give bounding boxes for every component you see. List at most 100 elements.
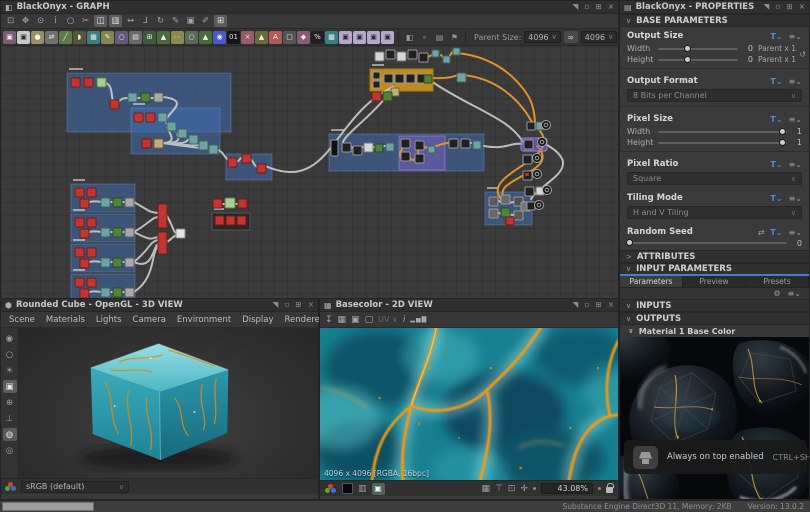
comment-icon[interactable]: ◧	[403, 31, 416, 44]
snap-icon[interactable]: ⊤	[495, 484, 503, 494]
lock-icon[interactable]	[606, 487, 613, 493]
expose-parameter-icon[interactable]: T⌄	[770, 228, 782, 237]
hsl-node-icon[interactable]: ○	[115, 31, 128, 44]
cut-links-icon[interactable]: ✂	[79, 15, 92, 27]
function-menu-icon[interactable]: ≡⌄	[789, 77, 802, 86]
graph-canvas[interactable]	[1, 46, 618, 299]
maximize-icon[interactable]: ⊞	[595, 2, 601, 12]
dot-node-icon[interactable]: ∘	[418, 31, 431, 44]
function-menu-icon[interactable]: ≡⌄	[789, 115, 802, 124]
tile-sampler-node-icon[interactable]: ▦	[325, 31, 338, 44]
maximize-icon[interactable]: ⊞	[595, 300, 601, 310]
rotate-icon[interactable]: ↻	[154, 15, 167, 27]
expose-parameter-icon[interactable]: T⌄	[770, 115, 782, 124]
status-widget[interactable]	[2, 502, 94, 511]
expose-parameter-icon[interactable]: T⌄	[770, 32, 782, 41]
pin-icon[interactable]: ◥	[573, 300, 579, 310]
graph-view-icon[interactable]: ◫	[94, 15, 107, 27]
gradient-node-icon[interactable]: ✎	[101, 31, 114, 44]
transform-node-icon[interactable]: ⋯	[171, 31, 184, 44]
menu-item[interactable]: Lights	[96, 315, 122, 325]
uniform-color-node-icon[interactable]: ○	[185, 31, 198, 44]
link-wh-icon[interactable]: ↺	[799, 50, 806, 59]
tab-parameters[interactable]: Parameters	[620, 276, 683, 287]
background-swatch[interactable]	[342, 483, 353, 494]
safe-transform-node-icon[interactable]: ▲	[255, 31, 268, 44]
section-attributes[interactable]: > ATTRIBUTES	[620, 250, 809, 263]
elbow-link-icon[interactable]: ⅃	[139, 15, 152, 27]
function-menu-icon[interactable]: ≡⌄	[789, 228, 802, 237]
function-menu-icon[interactable]: ≡⌄	[789, 32, 802, 41]
close-icon[interactable]: ×	[799, 2, 805, 12]
environment-icon[interactable]: ☀	[3, 364, 17, 377]
pin-icon[interactable]: ◥	[573, 2, 579, 12]
camera-icon[interactable]: ◉	[3, 332, 17, 345]
text-node-icon[interactable]: A	[269, 31, 282, 44]
shaded-view-icon[interactable]: ◍	[3, 428, 17, 441]
display-icon[interactable]: ▣	[3, 380, 17, 393]
menu-item[interactable]: Environment	[177, 315, 231, 325]
section-outputs[interactable]: ∨ OUTPUTS	[620, 312, 809, 325]
crop-node-icon[interactable]: ▢	[283, 31, 296, 44]
fx-map-node-icon[interactable]: %	[311, 31, 324, 44]
maximize-icon[interactable]: ⊞	[786, 2, 792, 12]
channel-shuffle-node-icon[interactable]: ⇄	[45, 31, 58, 44]
curve-node-icon[interactable]: ╱	[59, 31, 72, 44]
random-seed-slider[interactable]	[627, 242, 787, 244]
frame-all-icon[interactable]: ⊡	[4, 15, 17, 27]
function-menu-icon[interactable]: ≡⌄	[789, 160, 802, 169]
menu-item[interactable]: Scene	[9, 315, 35, 325]
sharpen-node-icon[interactable]: ▲	[157, 31, 170, 44]
distance-node-icon[interactable]: ▦	[87, 31, 100, 44]
image-node-icon[interactable]: ▣	[184, 15, 197, 27]
float-icon[interactable]: ▫	[584, 2, 589, 12]
view3d-viewport[interactable]	[19, 328, 318, 478]
expose-parameter-icon[interactable]: T⌄	[770, 160, 782, 169]
light-icon[interactable]: ○	[3, 348, 17, 361]
pixel-width-slider[interactable]	[658, 131, 787, 133]
grid-snap-icon[interactable]: ⊞	[214, 15, 227, 27]
pixel-ratio-select[interactable]: Square ∨	[627, 172, 802, 185]
grayscale-bars-icon[interactable]: ▥	[358, 484, 367, 494]
frame-node-icon[interactable]: ▤	[433, 31, 446, 44]
zoom-icon[interactable]: ○	[64, 15, 77, 27]
height-slider[interactable]	[658, 59, 738, 61]
close-icon[interactable]: ×	[308, 300, 314, 310]
selection-c-icon[interactable]: ▣	[367, 31, 380, 44]
grid-icon[interactable]: ▦	[482, 484, 491, 494]
expose-parameter-icon[interactable]: T⌄	[770, 194, 782, 203]
list-menu-icon[interactable]: ≡⌄	[788, 289, 801, 298]
info-icon[interactable]: i	[403, 315, 406, 325]
export-icon[interactable]: ↧	[325, 315, 333, 325]
link-mode-icon[interactable]: ↔	[124, 15, 137, 27]
output-entry-row[interactable]: ∨ Material 1 Base Color	[620, 325, 809, 337]
color-wheel-node-icon[interactable]: ◉	[213, 31, 226, 44]
uv-overlay-icon[interactable]: ▢	[365, 315, 374, 325]
bitmap-node-icon[interactable]: ▣	[3, 31, 16, 44]
value-node-icon[interactable]: 01	[227, 31, 240, 44]
directional-blur-node-icon[interactable]: ◗	[73, 31, 86, 44]
zoom-level-field[interactable]: 43.08%	[541, 483, 593, 494]
maximize-icon[interactable]: ⊞	[295, 300, 301, 310]
pan-icon[interactable]: ✛	[520, 484, 528, 494]
fill-node-icon[interactable]: ◆	[297, 31, 310, 44]
float-icon[interactable]: ▫	[284, 300, 289, 310]
info-icon[interactable]: i	[49, 15, 62, 27]
axes-icon[interactable]: ⊥	[3, 412, 17, 425]
mirror-node-icon[interactable]: ×	[241, 31, 254, 44]
fit-frame-icon[interactable]: ⊡	[508, 484, 516, 494]
pin-node-icon[interactable]: ⚑	[448, 31, 461, 44]
menu-item[interactable]: Camera	[133, 315, 166, 325]
brush-icon[interactable]: ✐	[199, 15, 212, 27]
warp-node-icon[interactable]: ▲	[199, 31, 212, 44]
pin-icon[interactable]: ◥	[273, 300, 279, 310]
levels-node-icon[interactable]: ▤	[129, 31, 142, 44]
normal-node-icon[interactable]: ⊞	[143, 31, 156, 44]
shuffle-icon[interactable]: ⇄	[758, 228, 765, 237]
width-mode[interactable]: Parent x 1	[758, 44, 802, 53]
pixel-height-slider[interactable]	[658, 142, 787, 144]
screenshot-icon[interactable]: ⊙	[34, 15, 47, 27]
selection-b-icon[interactable]: ▣	[353, 31, 366, 44]
view2d-canvas[interactable]: 4096 x 4096 [RGBA, 16bpc]	[320, 328, 618, 480]
image-view-icon[interactable]: ▣	[372, 483, 385, 495]
